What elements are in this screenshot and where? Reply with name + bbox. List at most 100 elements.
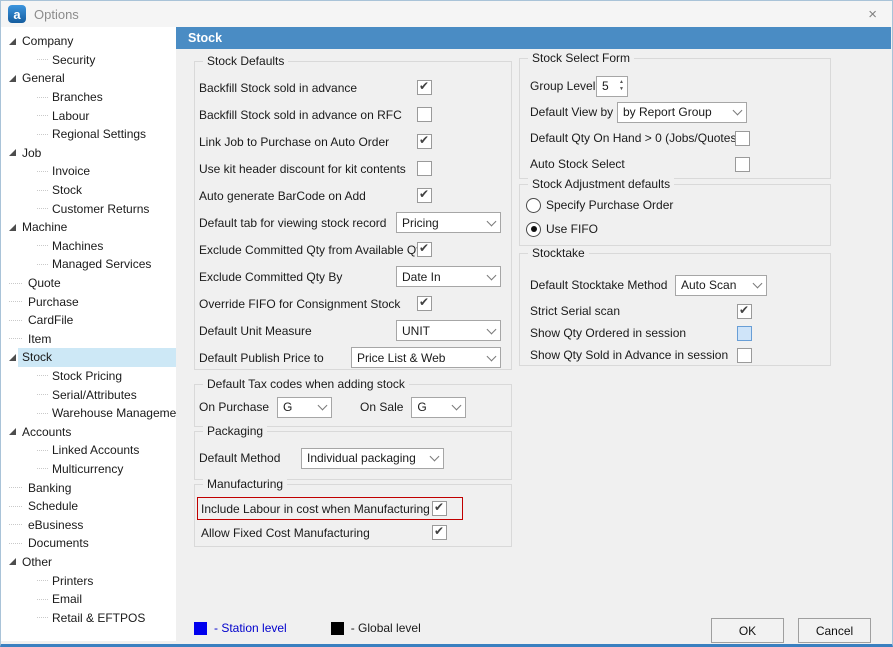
- sidebar-item-label: Stock Pricing: [52, 369, 122, 383]
- sidebar-item-quote[interactable]: Quote: [1, 274, 176, 293]
- on-sale-tax-dropdown[interactable]: G: [411, 397, 466, 418]
- sidebar-item-branches[interactable]: Branches: [1, 88, 176, 107]
- sidebar-item-labour[interactable]: Labour: [1, 106, 176, 125]
- exclude-committed-qty-checkbox[interactable]: [417, 242, 432, 257]
- sidebar-item-managed-services[interactable]: Managed Services: [1, 255, 176, 274]
- allow-fixed-cost-checkbox[interactable]: [432, 525, 447, 540]
- packaging-method-dropdown[interactable]: Individual packaging: [301, 448, 444, 469]
- default-publish-price-dropdown[interactable]: Price List & Web: [351, 347, 501, 368]
- checkbox-label: Auto generate BarCode on Add: [199, 189, 417, 203]
- use-fifo-radio[interactable]: [526, 222, 541, 237]
- show-qty-sold-advance-checkbox[interactable]: [737, 348, 752, 363]
- default-view-by-dropdown[interactable]: by Report Group: [617, 102, 747, 123]
- sidebar-item-banking[interactable]: Banking: [1, 478, 176, 497]
- stocktake-method-dropdown[interactable]: Auto Scan: [675, 275, 767, 296]
- sidebar-item-label: Invoice: [52, 164, 90, 178]
- specify-purchase-order-radio[interactable]: [526, 198, 541, 213]
- sidebar-item-linked-accounts[interactable]: Linked Accounts: [1, 441, 176, 460]
- group-level-stepper[interactable]: 5 ▲▼: [596, 76, 628, 97]
- sidebar-item-cardfile[interactable]: CardFile: [1, 311, 176, 330]
- sidebar-item-company[interactable]: Company: [1, 32, 176, 51]
- group-stock-defaults: Stock Defaults Backfill Stock sold in ad…: [194, 61, 512, 370]
- tree-stub: [9, 487, 22, 488]
- chevron-down-icon: [318, 401, 328, 411]
- expanded-triangle-icon[interactable]: [9, 354, 16, 361]
- sidebar-item-machine[interactable]: Machine: [1, 218, 176, 237]
- sidebar-item-machines[interactable]: Machines: [1, 237, 176, 256]
- stepper-arrows-icon[interactable]: ▲▼: [619, 80, 627, 92]
- stocktake-method-label: Default Stocktake Method: [530, 278, 675, 292]
- strict-serial-scan-checkbox[interactable]: [737, 304, 752, 319]
- sidebar-item-job-invoice[interactable]: Invoice: [1, 162, 176, 181]
- group-stock-select-form: Stock Select Form Group Level 5 ▲▼ Defau…: [519, 58, 831, 179]
- sidebar-item-printers[interactable]: Printers: [1, 571, 176, 590]
- expanded-triangle-icon[interactable]: [9, 149, 16, 156]
- backfill-stock-checkbox[interactable]: [417, 80, 432, 95]
- default-unit-measure-dropdown[interactable]: UNIT: [396, 320, 501, 341]
- chevron-down-icon: [753, 279, 763, 289]
- group-caption: Manufacturing: [203, 477, 287, 491]
- backfill-rfc-checkbox[interactable]: [417, 107, 432, 122]
- expanded-triangle-icon[interactable]: [9, 75, 16, 82]
- group-packaging: Packaging Default Method Individual pack…: [194, 431, 512, 480]
- expanded-triangle-icon[interactable]: [9, 428, 16, 435]
- sidebar-item-item[interactable]: Item: [1, 330, 176, 349]
- sidebar-item-job-stock[interactable]: Stock: [1, 181, 176, 200]
- sidebar-item-stock[interactable]: Stock: [1, 348, 176, 367]
- show-qty-ordered-checkbox[interactable]: [737, 326, 752, 341]
- sidebar-item-label: Regional Settings: [52, 127, 146, 141]
- ok-button[interactable]: OK: [711, 618, 784, 643]
- sidebar-item-label: Managed Services: [52, 257, 151, 271]
- sidebar-item-other[interactable]: Other: [1, 553, 176, 572]
- sidebar-item-regional-settings[interactable]: Regional Settings: [1, 125, 176, 144]
- group-manufacturing: Manufacturing Include Labour in cost whe…: [194, 484, 512, 547]
- dropdown-value: Price List & Web: [357, 351, 484, 365]
- sidebar-item-job[interactable]: Job: [1, 144, 176, 163]
- auto-stock-select-checkbox[interactable]: [735, 157, 750, 172]
- sidebar-item-customer-returns[interactable]: Customer Returns: [1, 199, 176, 218]
- sidebar-item-purchase[interactable]: Purchase: [1, 292, 176, 311]
- tree-stub: [9, 524, 22, 525]
- sidebar-item-schedule[interactable]: Schedule: [1, 497, 176, 516]
- sidebar-item-retail-eftpos[interactable]: Retail & EFTPOS: [1, 608, 176, 627]
- default-method-label: Default Method: [199, 451, 301, 465]
- auto-barcode-checkbox[interactable]: [417, 188, 432, 203]
- sidebar-item-label: Machine: [22, 220, 67, 234]
- expanded-triangle-icon[interactable]: [9, 38, 16, 45]
- include-labour-cost-checkbox[interactable]: [432, 501, 447, 516]
- expanded-triangle-icon[interactable]: [9, 224, 16, 231]
- cancel-button[interactable]: Cancel: [798, 618, 871, 643]
- sidebar-item-documents[interactable]: Documents: [1, 534, 176, 553]
- expanded-triangle-icon[interactable]: [9, 558, 16, 565]
- sidebar-item-warehouse-management[interactable]: Warehouse Management: [1, 404, 176, 423]
- default-tab-dropdown[interactable]: Pricing: [396, 212, 501, 233]
- level-legend: - Station level - Global level: [194, 621, 421, 635]
- options-dialog: a Options × Company Security General Bra…: [0, 0, 893, 647]
- sidebar-item-serial-attributes[interactable]: Serial/Attributes: [1, 385, 176, 404]
- station-level-label: - Station level: [214, 621, 287, 635]
- checkbox-label: Backfill Stock sold in advance on RFC: [199, 108, 417, 122]
- exclude-committed-by-dropdown[interactable]: Date In: [396, 266, 501, 287]
- close-icon[interactable]: ×: [853, 4, 892, 25]
- sidebar-item-stock-pricing[interactable]: Stock Pricing: [1, 367, 176, 386]
- sidebar-item-label: General: [22, 71, 65, 85]
- sidebar-item-security[interactable]: Security: [1, 51, 176, 70]
- sidebar-item-general[interactable]: General: [1, 69, 176, 88]
- sidebar-item-ebusiness[interactable]: eBusiness: [1, 515, 176, 534]
- link-job-purchase-checkbox[interactable]: [417, 134, 432, 149]
- chevron-down-icon: [430, 452, 440, 462]
- dropdown-value: Pricing: [402, 216, 484, 230]
- kit-header-discount-checkbox[interactable]: [417, 161, 432, 176]
- station-level-swatch-icon: [194, 622, 207, 635]
- tree-stub: [9, 301, 22, 302]
- sidebar-item-multicurrency[interactable]: Multicurrency: [1, 460, 176, 479]
- default-qty-on-hand-checkbox[interactable]: [735, 131, 750, 146]
- sidebar-item-label: Quote: [28, 276, 61, 290]
- chevron-down-icon: [487, 351, 497, 361]
- highlighted-setting-row: Include Labour in cost when Manufacturin…: [197, 497, 463, 520]
- sidebar-item-email[interactable]: Email: [1, 590, 176, 609]
- chevron-down-icon: [487, 324, 497, 334]
- override-fifo-checkbox[interactable]: [417, 296, 432, 311]
- on-purchase-tax-dropdown[interactable]: G: [277, 397, 332, 418]
- sidebar-item-accounts[interactable]: Accounts: [1, 422, 176, 441]
